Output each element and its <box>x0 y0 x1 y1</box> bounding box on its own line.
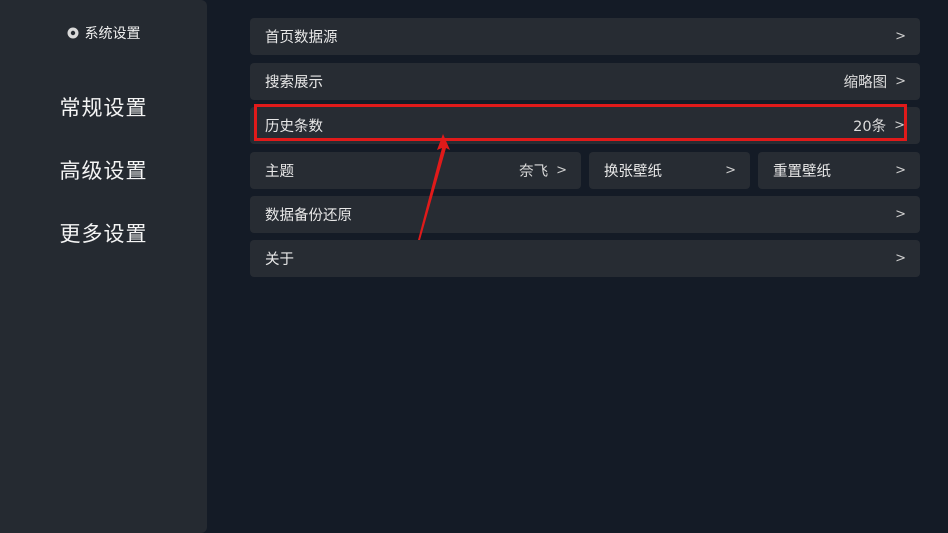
history-count-label: 历史条数 <box>265 119 323 135</box>
chevron-right-icon: > <box>725 163 736 178</box>
chevron-right-icon: > <box>556 163 567 178</box>
about-right: > <box>895 251 906 266</box>
sidebar-header: 系统设置 <box>0 22 207 44</box>
history-count-row[interactable]: 历史条数 20条 > <box>250 107 920 144</box>
change-wallpaper-right: > <box>725 163 736 178</box>
chevron-right-icon: > <box>894 118 905 133</box>
sidebar-title: 系统设置 <box>84 26 141 42</box>
search-display-right: 缩略图 > <box>844 71 906 92</box>
reset-wallpaper-right: > <box>895 163 906 178</box>
theme-row[interactable]: 主题 奈飞 > <box>250 152 581 189</box>
search-display-label: 搜索展示 <box>265 75 323 91</box>
home-source-row[interactable]: 首页数据源 > <box>250 18 920 55</box>
home-source-label: 首页数据源 <box>265 30 338 46</box>
chevron-right-icon: > <box>895 251 906 266</box>
home-source-right: > <box>895 29 906 44</box>
backup-restore-row[interactable]: 数据备份还原 > <box>250 196 920 233</box>
sidebar-item-more[interactable]: 更多设置 <box>0 218 207 248</box>
gear-icon <box>67 27 78 39</box>
settings-screen: 系统设置 常规设置 高级设置 更多设置 首页数据源 > 搜索展示 缩略图 > 历… <box>0 0 948 533</box>
history-count-value: 20条 <box>853 119 887 135</box>
reset-wallpaper-label: 重置壁纸 <box>773 164 831 180</box>
about-label: 关于 <box>265 252 294 268</box>
chevron-right-icon: > <box>895 207 906 222</box>
chevron-right-icon: > <box>895 74 906 89</box>
search-display-value: 缩略图 <box>843 75 888 91</box>
theme-label: 主题 <box>265 164 294 180</box>
sidebar-item-advanced[interactable]: 高级设置 <box>0 155 207 185</box>
reset-wallpaper-button[interactable]: 重置壁纸 > <box>758 152 920 189</box>
change-wallpaper-button[interactable]: 换张壁纸 > <box>589 152 750 189</box>
theme-right: 奈飞 > <box>519 160 567 181</box>
search-display-row[interactable]: 搜索展示 缩略图 > <box>250 63 920 100</box>
sidebar: 系统设置 常规设置 高级设置 更多设置 <box>0 0 207 533</box>
backup-restore-right: > <box>895 207 906 222</box>
backup-restore-label: 数据备份还原 <box>265 208 352 224</box>
history-count-right: 20条 > <box>853 115 905 136</box>
theme-value: 奈飞 <box>519 164 549 180</box>
chevron-right-icon: > <box>895 163 906 178</box>
change-wallpaper-label: 换张壁纸 <box>604 164 662 180</box>
chevron-right-icon: > <box>895 29 906 44</box>
about-row[interactable]: 关于 > <box>250 240 920 277</box>
sidebar-item-general[interactable]: 常规设置 <box>0 92 207 122</box>
